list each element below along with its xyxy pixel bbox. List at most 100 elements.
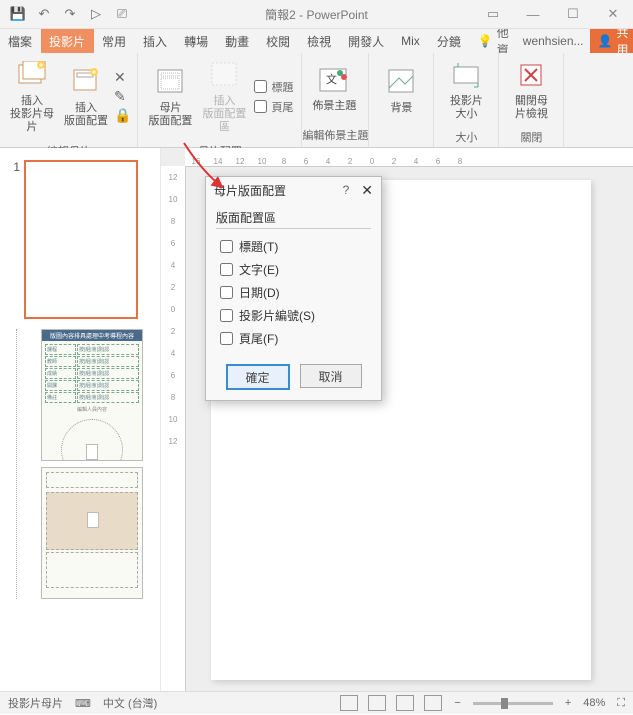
normal-view-icon[interactable] [340,695,358,711]
zoom-slider[interactable] [473,702,553,705]
layout-icon [70,66,102,98]
footer-checkbox[interactable] [254,100,267,113]
tab-view[interactable]: 檢視 [299,29,340,53]
opt-slidenum[interactable]: 投影片編號(S) [218,304,369,327]
zoom-out-icon[interactable]: − [454,697,460,709]
insert-placeholder-label: 插入 版面配置區 [200,95,248,135]
lang-icon[interactable]: ⌨ [75,697,91,710]
master-layout-icon [154,66,186,98]
title-checkbox[interactable] [254,80,267,93]
slide-master-icon [16,59,48,91]
insert-slide-master-button[interactable]: 插入 投影片母片 [6,57,58,137]
group-background-label [369,129,433,147]
slide-size-icon [450,59,482,91]
opt-footer-checkbox[interactable] [220,332,233,345]
themes-button[interactable]: 文 佈景主題 [308,62,360,115]
redo-icon[interactable]: ↷ [60,4,80,24]
share-icon: 👤 [598,34,613,48]
title-bar: 💾 ↶ ↷ ▷ ⎚ 簡報2 - PowerPoint ▭ — ☐ ✕ [0,0,633,29]
tell-me-label: 其他資訊 [497,29,509,53]
opt-title-checkbox[interactable] [220,240,233,253]
status-language[interactable]: 中文 (台灣) [103,695,157,711]
status-bar: 投影片母片 ⌨ 中文 (台灣) − + 48% ⛶ [0,691,633,714]
layout-thumbnail-1[interactable]: 版圖內容排具處理中考導程內容 課程按|組|會|測|認 教師按|組|會|測|認 成… [41,329,143,461]
ribbon-tabs: 檔案 投影片 常用 插入 轉場 動畫 校閱 檢視 開發人 Mix 分鏡 💡其他資… [0,29,633,53]
status-mode: 投影片母片 [8,695,63,711]
master-layout-dialog: 母片版面配置 ? ✕ 版面配置區 標題(T) 文字(E) 日期(D) 投影片編號… [205,176,382,401]
footer-checkbox-row[interactable]: 頁尾 [252,98,295,116]
minimize-icon[interactable]: — [513,0,553,28]
tell-me[interactable]: 💡其他資訊 [470,29,517,53]
vertical-ruler: 12108642024681012 [161,166,186,691]
tab-review[interactable]: 校閱 [258,29,299,53]
group-close-label: 關閉 [499,127,563,149]
tab-animations[interactable]: 動畫 [217,29,258,53]
layout-thumbnail-2[interactable] [41,467,143,599]
master-thumbnail[interactable] [24,160,138,319]
themes-icon: 文 [318,64,350,96]
zoom-in-icon[interactable]: + [565,697,571,709]
opt-text[interactable]: 文字(E) [218,258,369,281]
slide-editor: 16141210864202468 12108642024681012 母片版面… [161,148,633,691]
dialog-title: 母片版面配置 [214,182,286,199]
sorter-view-icon[interactable] [368,695,386,711]
delete-icon[interactable]: ✕ [114,69,131,86]
opt-date-checkbox[interactable] [220,286,233,299]
ribbon-min-icon[interactable]: ▭ [473,0,513,28]
slide-size-button[interactable]: 投影片 大小 [440,57,492,123]
group-themes-label: 編輯佈景主題 [302,125,368,147]
opt-text-checkbox[interactable] [220,263,233,276]
opt-footer[interactable]: 頁尾(F) [218,327,369,350]
close-icon[interactable]: ✕ [593,0,633,28]
tab-slidemaster[interactable]: 投影片 [41,29,94,53]
group-size-label: 大小 [434,127,498,149]
preserve-icon[interactable]: 🔒 [114,107,131,124]
svg-text:文: 文 [326,72,337,86]
dialog-close-icon[interactable]: ✕ [361,182,373,199]
insert-layout-label: 插入 版面配置 [64,102,108,128]
tab-insert[interactable]: 插入 [135,29,176,53]
close-master-icon [515,59,547,91]
fit-icon[interactable]: ⛶ [617,697,625,710]
zoom-level[interactable]: 48% [583,697,605,709]
insert-layout-button[interactable]: 插入 版面配置 [60,64,112,130]
maximize-icon[interactable]: ☐ [553,0,593,28]
account-name[interactable]: wenhsien... [517,29,590,53]
start-icon[interactable]: ▷ [86,4,106,24]
window-title: 簡報2 - PowerPoint [265,6,368,23]
opt-date[interactable]: 日期(D) [218,281,369,304]
close-master-button[interactable]: 關閉母 片檢視 [505,57,557,123]
tab-developer[interactable]: 開發人 [340,29,393,53]
share-button[interactable]: 👤共用 [590,29,633,53]
horizontal-ruler: 16141210864202468 [185,148,633,167]
opt-title[interactable]: 標題(T) [218,235,369,258]
title-checkbox-label: 標題 [271,79,293,95]
ribbon: 插入 投影片母片 插入 版面配置 ✕ ✎ 🔒 編輯母片 母片 版面配置 插入 版… [0,53,633,148]
background-icon [385,66,417,98]
background-button[interactable]: 背景 [375,64,427,117]
reading-view-icon[interactable] [396,695,414,711]
tab-storyboard[interactable]: 分鏡 [429,29,470,53]
thumbnail-panel: 1 版圖內容排具處理中考導程內容 課程按|組|會|測|認 教師按|組|會|測|認… [0,148,161,691]
ok-button[interactable]: 確定 [226,364,290,390]
tab-mix[interactable]: Mix [393,29,429,53]
rename-icon[interactable]: ✎ [114,88,131,105]
title-checkbox-row[interactable]: 標題 [252,78,295,96]
opt-slidenum-checkbox[interactable] [220,309,233,322]
save-icon[interactable]: 💾 [8,4,28,24]
dialog-help-icon[interactable]: ? [343,183,350,197]
share-label: 共用 [616,29,628,53]
content-area: 1 版圖內容排具處理中考導程內容 課程按|組|會|測|認 教師按|組|會|測|認… [0,148,633,691]
tab-file[interactable]: 檔案 [0,29,41,53]
master-layout-button[interactable]: 母片 版面配置 [144,64,196,130]
tab-home[interactable]: 常用 [94,29,135,53]
quick-access-toolbar: 💾 ↶ ↷ ▷ ⎚ [0,0,140,28]
footer-checkbox-label: 頁尾 [271,99,293,115]
touch-icon[interactable]: ⎚ [112,4,132,24]
undo-icon[interactable]: ↶ [34,4,54,24]
tab-transitions[interactable]: 轉場 [176,29,217,53]
opt-title-label: 標題(T) [239,238,278,255]
dialog-section-label: 版面配置區 [216,209,371,226]
slideshow-view-icon[interactable] [424,695,442,711]
cancel-button[interactable]: 取消 [300,364,362,388]
